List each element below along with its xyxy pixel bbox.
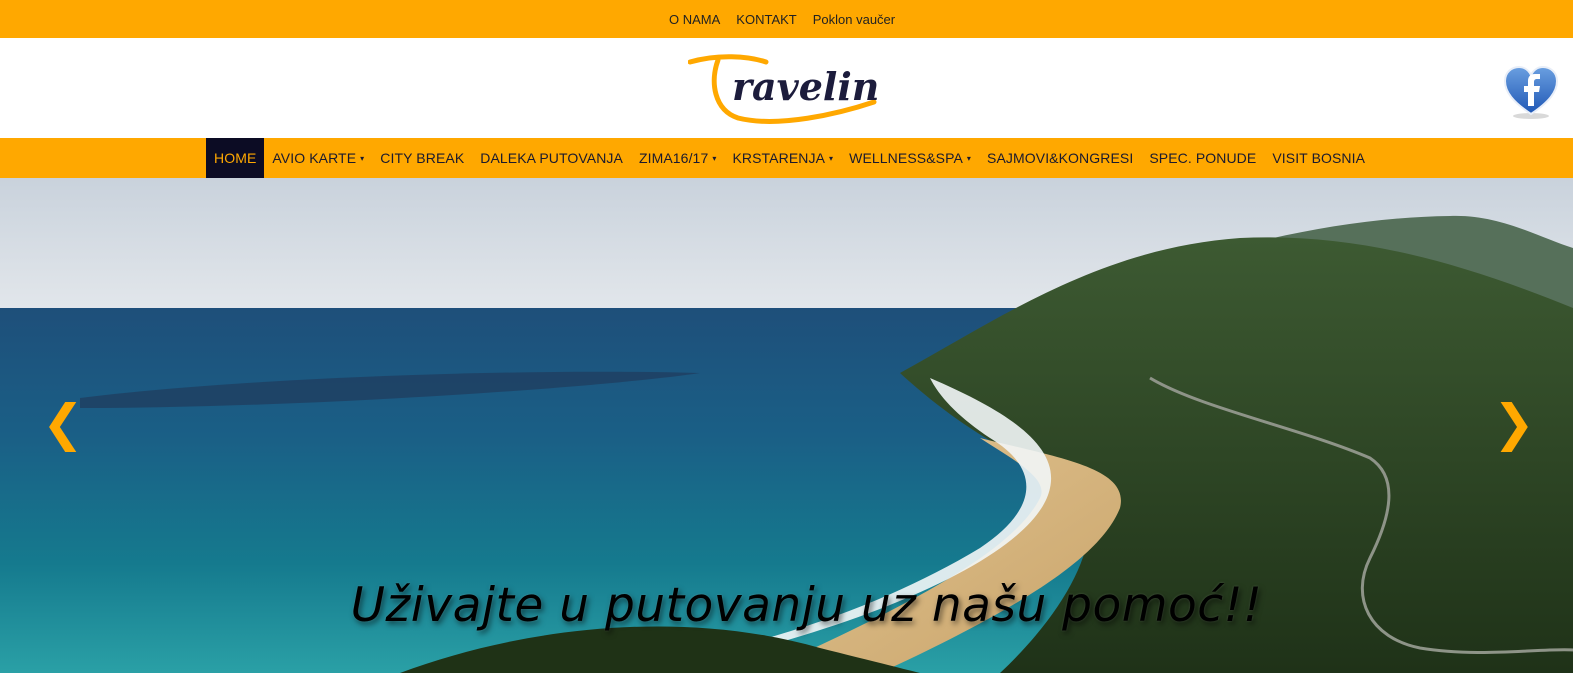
top-menu-kontakt[interactable]: KONTAKT <box>728 12 804 27</box>
main-nav-list: HOME AVIO KARTE ▾ CITY BREAK DALEKA PUTOV… <box>206 138 1373 178</box>
nav-item-spec-ponude[interactable]: SPEC. PONUDE <box>1141 138 1264 178</box>
nav-item-city-break[interactable]: CITY BREAK <box>372 138 472 178</box>
slide-caption: Uživajte u putovanju uz našu pomoć!! <box>350 578 1263 633</box>
nav-item-visit-bosnia[interactable]: VISIT BOSNIA <box>1264 138 1373 178</box>
main-navigation: HOME AVIO KARTE ▾ CITY BREAK DALEKA PUTOV… <box>0 138 1573 178</box>
nav-label: SAJMOVI&KONGRESI <box>987 150 1134 166</box>
nav-label: ZIMA16/17 <box>638 150 709 166</box>
logo-wordmark: ravelin <box>732 64 878 109</box>
nav-label: KRSTARENJA <box>732 150 826 166</box>
nav-item-zima[interactable]: ZIMA16/17 ▾ <box>631 138 725 178</box>
top-utility-bar: O NAMA KONTAKT Poklon vaučer <box>0 0 1573 38</box>
caret-down-icon: ▾ <box>360 153 365 163</box>
top-menu-poklon-vaucer[interactable]: Poklon vaučer <box>805 12 903 27</box>
nav-label: SPEC. PONUDE <box>1149 150 1257 166</box>
nav-item-daleka-putovanja[interactable]: DALEKA PUTOVANJA <box>472 138 631 178</box>
top-menu: O NAMA KONTAKT Poklon vaučer <box>661 0 903 38</box>
nav-item-krstarenja[interactable]: KRSTARENJA ▾ <box>724 138 841 178</box>
caret-down-icon: ▾ <box>966 153 972 163</box>
top-menu-o-nama[interactable]: O NAMA <box>661 12 728 27</box>
nav-item-sajmovi-kongresi[interactable]: SAJMOVI&KONGRESI <box>979 138 1141 178</box>
nav-label: HOME <box>214 150 257 166</box>
nav-label: DALEKA PUTOVANJA <box>480 150 623 166</box>
nav-item-home[interactable]: HOME <box>206 138 265 178</box>
nav-item-avio-karte[interactable]: AVIO KARTE ▾ <box>264 138 372 178</box>
site-header: ravelin <box>0 38 1573 138</box>
travelin-logo[interactable]: ravelin <box>688 52 878 126</box>
nav-item-wellness-spa[interactable]: WELLNESS&SPA ▾ <box>841 138 979 178</box>
hero-slider: ❮ ❯ Uživajte u putovanju uz našu pomoć!! <box>0 178 1573 673</box>
slider-prev-arrow-icon[interactable]: ❮ <box>42 398 84 448</box>
nav-label: AVIO KARTE <box>272 150 357 166</box>
facebook-heart-icon[interactable] <box>1503 64 1559 120</box>
caret-down-icon: ▾ <box>712 153 717 163</box>
nav-label: VISIT BOSNIA <box>1272 150 1366 166</box>
slider-next-arrow-icon[interactable]: ❯ <box>1493 398 1535 448</box>
nav-label: WELLNESS&SPA <box>849 150 963 166</box>
caret-down-icon: ▾ <box>829 153 834 163</box>
nav-label: CITY BREAK <box>380 150 465 166</box>
